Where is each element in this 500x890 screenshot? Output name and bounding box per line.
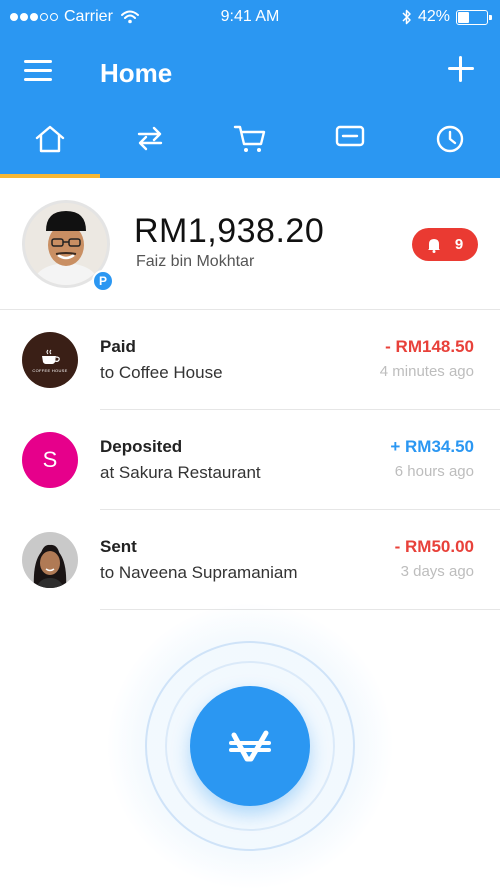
sakura-avatar: S	[22, 432, 78, 488]
tab-home[interactable]	[0, 110, 100, 178]
transaction-amount: - RM50.00	[394, 537, 474, 556]
naveena-avatar	[22, 532, 78, 588]
transfer-arrows-icon	[137, 126, 163, 151]
transaction-item[interactable]: Sent to Naveena Supramaniam - RM50.00 3 …	[0, 510, 500, 610]
transaction-time: 4 minutes ago	[379, 363, 474, 380]
status-bar: Carrier 9:41 AM 42%	[0, 0, 500, 34]
notification-count: 9	[454, 236, 464, 253]
transaction-time: 3 days ago	[400, 563, 474, 580]
scan-pay-button[interactable]	[190, 686, 310, 806]
transaction-item[interactable]: S Deposited at Sakura Restaurant + RM34.…	[0, 410, 500, 510]
transaction-type: Deposited	[100, 437, 183, 456]
transaction-party: to Naveena Supramaniam	[100, 563, 298, 582]
menu-button[interactable]	[24, 60, 52, 84]
card-icon	[335, 125, 365, 147]
home-icon	[35, 125, 65, 153]
clock-icon	[436, 125, 464, 153]
profile-card: P RM1,938.20 Faiz bin Mokhtar 9	[0, 178, 500, 310]
coffee-cup-icon	[42, 349, 60, 364]
transaction-party: at Sakura Restaurant	[100, 463, 261, 482]
transaction-type: Sent	[100, 537, 137, 556]
title-bar: Home	[0, 52, 500, 96]
app-header: Carrier 9:41 AM 42% Home	[0, 0, 500, 178]
transaction-amount: - RM148.50	[385, 337, 474, 356]
transaction-type: Paid	[100, 337, 136, 356]
tab-cards[interactable]	[300, 110, 400, 178]
fab-area	[0, 601, 500, 890]
tab-transfer[interactable]	[100, 110, 200, 178]
transaction-party: to Coffee House	[100, 363, 223, 382]
currency-logo-icon	[229, 730, 271, 762]
bluetooth-icon	[402, 9, 411, 25]
notifications-button[interactable]: 9	[412, 228, 478, 261]
coffee-house-logo: COFFEE HOUSE	[22, 332, 78, 388]
battery-icon	[456, 9, 492, 25]
shopping-cart-icon	[233, 125, 266, 152]
coffee-logo-text: COFFEE HOUSE	[32, 367, 68, 373]
tab-shop[interactable]	[200, 110, 300, 178]
balance-amount: RM1,938.20	[134, 212, 325, 250]
add-button[interactable]	[448, 56, 474, 82]
account-holder-name: Faiz bin Mokhtar	[136, 253, 255, 270]
verified-badge: P	[92, 270, 114, 292]
transaction-item[interactable]: COFFEE HOUSE Paid to Coffee House - RM14…	[0, 310, 500, 410]
avatar-letter: S	[22, 432, 78, 488]
bell-icon	[427, 238, 440, 253]
status-right: 42%	[402, 8, 492, 26]
transaction-amount: + RM34.50	[390, 437, 474, 456]
page-title: Home	[100, 58, 173, 88]
tab-bar	[0, 110, 500, 178]
tab-history[interactable]	[400, 110, 500, 178]
profile-avatar-wrap[interactable]: P	[22, 200, 114, 292]
transaction-time: 6 hours ago	[394, 463, 474, 480]
battery-percent: 42%	[417, 8, 450, 25]
